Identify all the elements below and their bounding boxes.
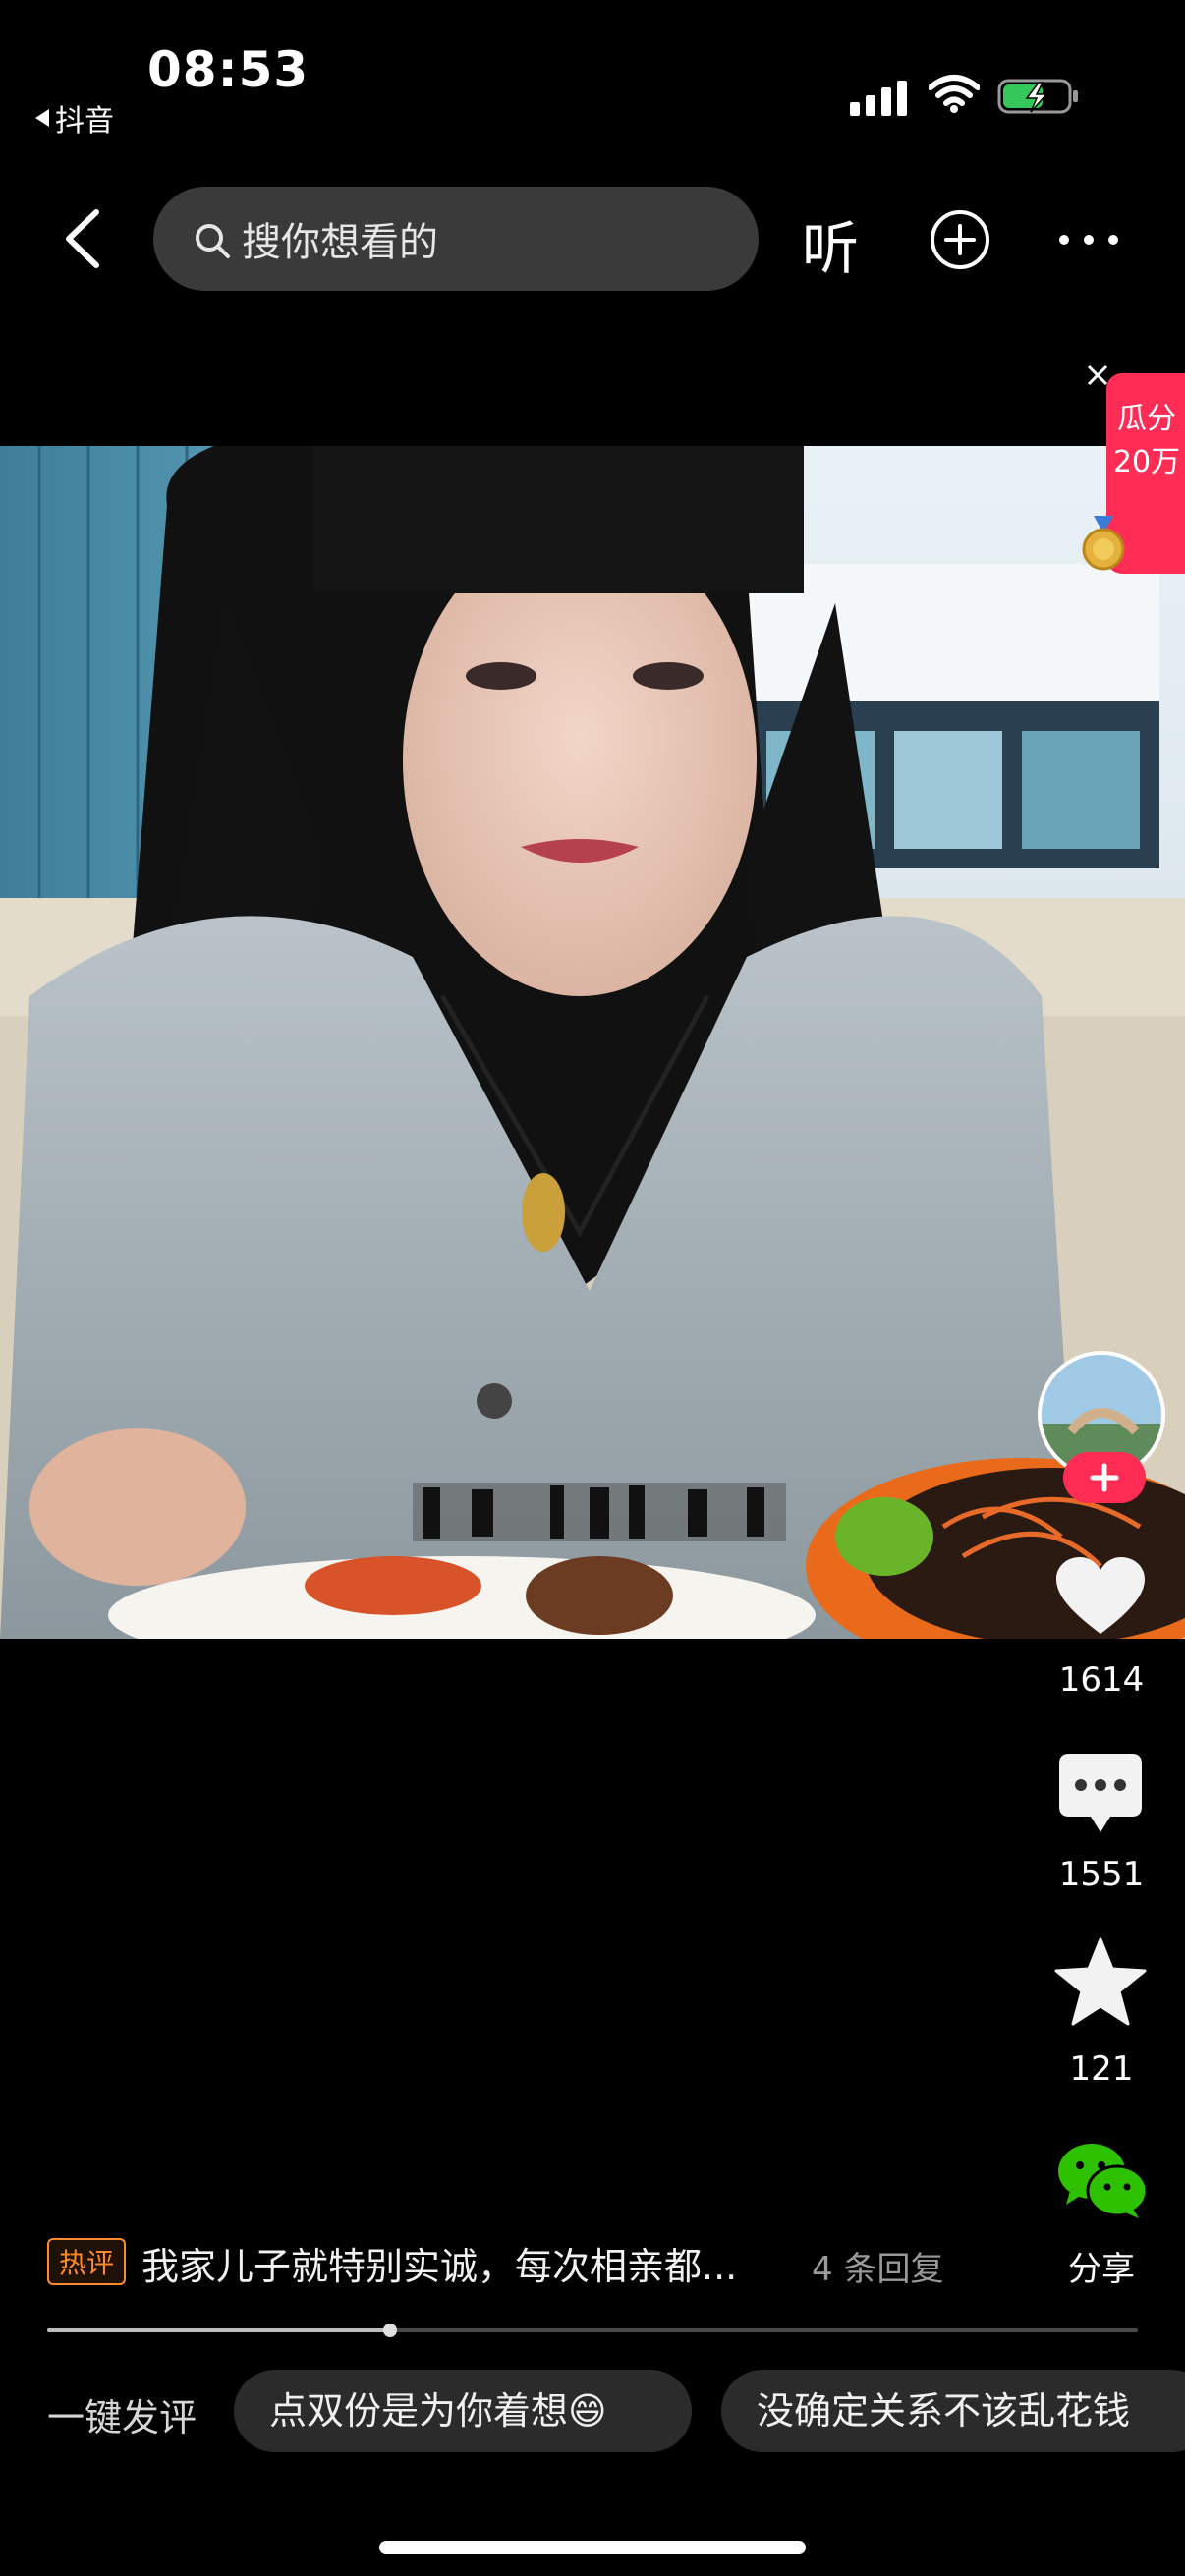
search-icon	[196, 224, 230, 258]
battery-charging-icon	[997, 79, 1078, 114]
back-arrow-icon[interactable]	[59, 204, 108, 273]
status-time: 08:53	[147, 41, 310, 98]
quick-comment-chip[interactable]: 点双份是为你着想😄	[234, 2370, 692, 2452]
add-circle-icon[interactable]	[929, 208, 991, 271]
wifi-icon	[929, 75, 980, 113]
follow-plus-icon[interactable]	[1063, 1452, 1146, 1503]
video-player[interactable]	[0, 446, 1185, 1639]
listen-button[interactable]: 听	[802, 202, 859, 285]
gold-medal-icon	[1082, 516, 1125, 571]
hot-comment-replies[interactable]: 4 条回复	[812, 2242, 943, 2290]
like-heart-icon[interactable]	[1056, 1557, 1145, 1638]
blurred-caption-overlay	[413, 1483, 786, 1541]
quick-comment-chip[interactable]: 没确定关系不该乱花钱	[721, 2370, 1185, 2452]
like-count: 1614	[1058, 1660, 1145, 1700]
hot-comment-tag: 热评	[47, 2238, 127, 2285]
home-indicator[interactable]	[379, 2541, 806, 2554]
back-app-label: 抖音	[55, 104, 114, 139]
more-options-icon[interactable]	[1056, 232, 1121, 248]
wechat-share-icon[interactable]	[1056, 2142, 1149, 2220]
quick-comment-label: 一键发评	[47, 2396, 198, 2439]
back-to-app-link[interactable]: 抖音	[35, 96, 114, 140]
search-placeholder[interactable]: 搜你想看的	[242, 210, 438, 267]
comment-bubble-icon[interactable]	[1059, 1754, 1142, 1834]
back-triangle-icon	[35, 109, 49, 127]
favorite-count: 121	[1069, 2049, 1134, 2089]
favorite-star-icon[interactable]	[1054, 1937, 1147, 2026]
promo-text[interactable]: 瓜分20万	[1112, 398, 1181, 484]
hot-comment-text[interactable]: 我家儿子就特别实诚，每次相亲都...	[141, 2236, 737, 2290]
cellular-signal-icon	[850, 81, 907, 116]
share-label[interactable]: 分享	[1028, 2242, 1175, 2290]
comment-count: 1551	[1058, 1855, 1145, 1894]
video-progress-knob[interactable]	[383, 2324, 397, 2337]
video-progress-fill	[47, 2328, 390, 2332]
